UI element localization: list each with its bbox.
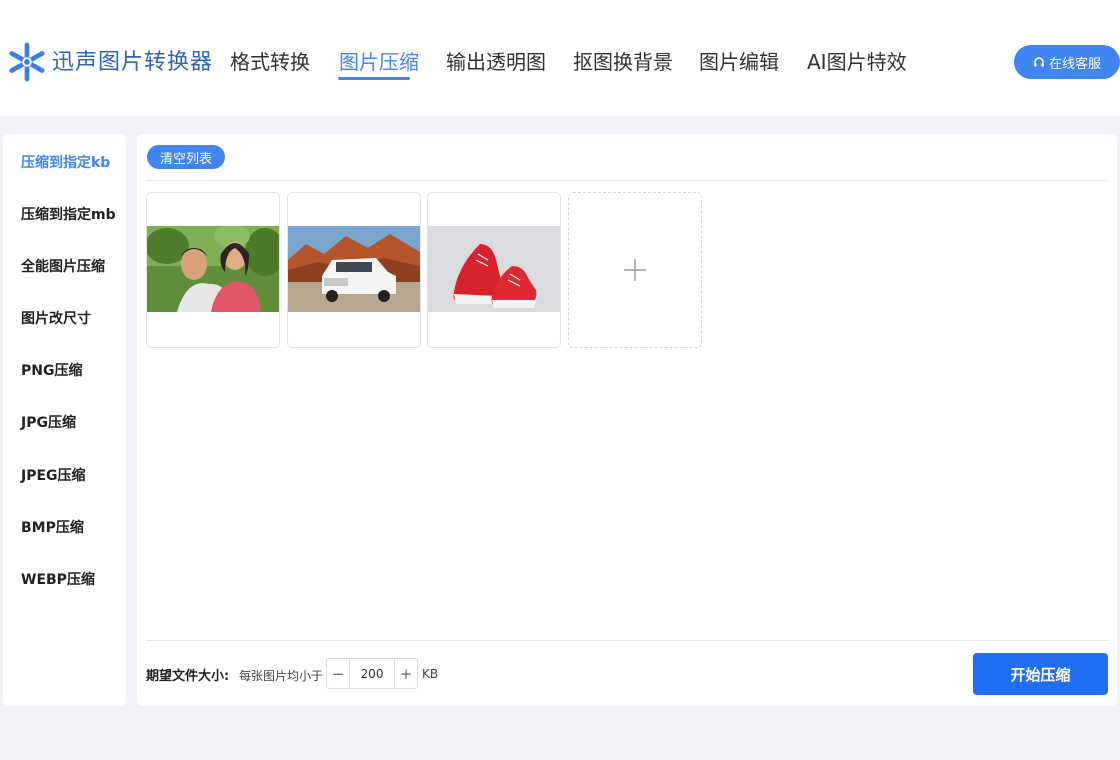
nav-transparent-output[interactable]: 输出透明图 [446, 46, 546, 75]
brand-name[interactable]: 迅声图片转换器 [52, 44, 213, 76]
nav-format-convert[interactable]: 格式转换 [230, 46, 310, 75]
main-panel: 清空列表 期望文件大小: 每张图片均小于 − 200 + KB 开始压缩 [137, 134, 1117, 706]
clear-list-button[interactable]: 清空列表 [147, 145, 225, 169]
red-sneakers-photo [428, 226, 560, 312]
sidebar-item-jpg-compress[interactable]: JPG压缩 [21, 412, 76, 432]
sidebar-item-resize[interactable]: 图片改尺寸 [21, 308, 91, 328]
nav-active-underline [338, 77, 410, 80]
start-compress-button[interactable]: 开始压缩 [973, 653, 1108, 695]
plus-icon [624, 259, 646, 281]
size-value-input[interactable]: 200 [350, 659, 394, 688]
expected-size-label: 期望文件大小: [146, 669, 230, 684]
nav-cutout-background[interactable]: 抠图换背景 [573, 46, 673, 75]
sidebar-item-webp-compress[interactable]: WEBP压缩 [21, 569, 95, 589]
decrement-button[interactable]: − [327, 659, 350, 688]
size-stepper: − 200 + [326, 658, 418, 689]
nav-image-compress[interactable]: 图片压缩 [339, 46, 419, 75]
nav-image-edit[interactable]: 图片编辑 [699, 46, 779, 75]
divider [146, 640, 1109, 641]
top-header: 迅声图片转换器 格式转换 图片压缩 输出透明图 抠图换背景 图片编辑 AI图片特… [0, 0, 1120, 116]
sidebar-item-png-compress[interactable]: PNG压缩 [21, 360, 82, 380]
suv-photo [288, 226, 420, 312]
nav-ai-effects[interactable]: AI图片特效 [807, 46, 907, 75]
couple-photo [147, 226, 279, 312]
sidebar-item-compress-mb[interactable]: 压缩到指定mb [21, 204, 116, 224]
sidebar-item-bmp-compress[interactable]: BMP压缩 [21, 517, 84, 537]
divider [146, 180, 1109, 181]
sidebar-item-all-round-compress[interactable]: 全能图片压缩 [21, 256, 105, 276]
snowflake-logo-icon [9, 42, 45, 82]
image-thumbnail[interactable] [427, 192, 561, 348]
image-thumbnail[interactable] [287, 192, 421, 348]
headset-icon [1033, 57, 1044, 67]
image-thumbnail[interactable] [146, 192, 280, 348]
sidebar: 压缩到指定kb 压缩到指定mb 全能图片压缩 图片改尺寸 PNG压缩 JPG压缩… [3, 134, 126, 706]
increment-button[interactable]: + [394, 659, 417, 688]
online-service-label: 在线客服 [1048, 56, 1101, 72]
add-image-button[interactable] [568, 192, 702, 348]
sidebar-item-jpeg-compress[interactable]: JPEG压缩 [21, 465, 86, 485]
online-service-button[interactable]: 在线客服 [1014, 45, 1120, 79]
sidebar-item-compress-kb[interactable]: 压缩到指定kb [21, 152, 110, 172]
size-hint-text: 每张图片均小于 [239, 669, 324, 683]
size-unit: KB [422, 667, 439, 681]
